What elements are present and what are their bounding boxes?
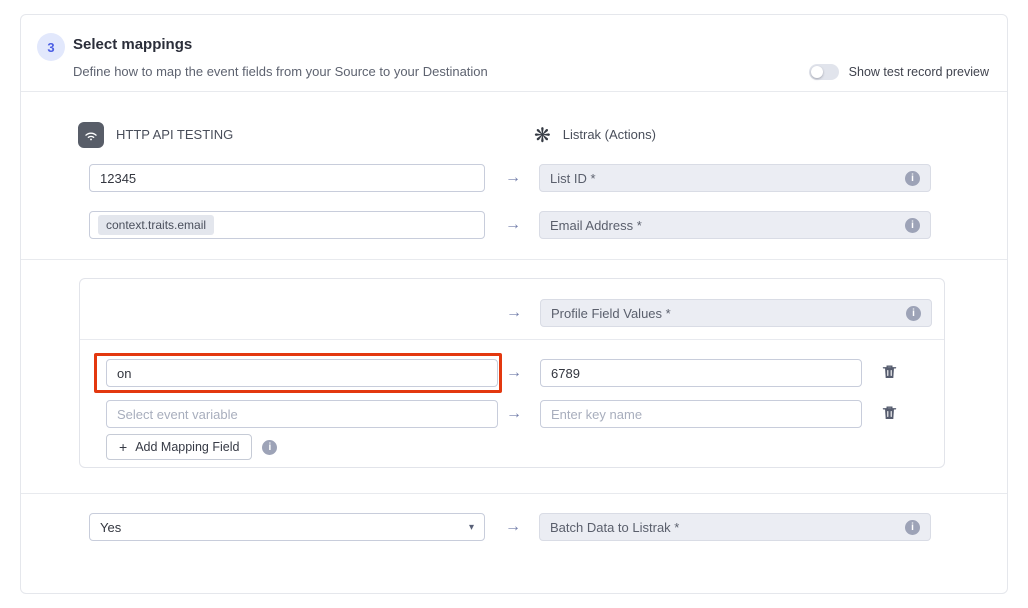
info-icon[interactable]: i xyxy=(905,520,920,535)
mapping-key-input[interactable] xyxy=(106,359,498,387)
list-id-destination-field: List ID * i xyxy=(539,164,931,192)
destination-name-label: Listrak (Actions) xyxy=(563,127,656,142)
email-destination-field: Email Address * i xyxy=(539,211,931,239)
mapping-key-input[interactable] xyxy=(106,400,498,428)
email-destination-label: Email Address * xyxy=(550,218,905,233)
source-column-header: HTTP API TESTING xyxy=(78,121,233,148)
profile-group-header: → Profile Field Values * i xyxy=(80,279,944,340)
batch-data-select[interactable]: Yes ▾ xyxy=(89,513,485,541)
source-name-label: HTTP API TESTING xyxy=(116,127,233,142)
event-variable-chip[interactable]: context.traits.email xyxy=(98,215,214,235)
email-source-input[interactable]: context.traits.email xyxy=(89,211,485,239)
arrow-icon: → xyxy=(492,359,536,387)
info-icon[interactable]: i xyxy=(905,218,920,233)
listrak-logo-icon: ❋ xyxy=(534,125,551,145)
profile-destination-label: Profile Field Values * xyxy=(551,306,906,321)
step-number-badge: 3 xyxy=(37,33,65,61)
mapping-value-input[interactable] xyxy=(540,359,862,387)
add-mapping-row: + Add Mapping Field i xyxy=(106,434,277,460)
add-mapping-field-label: Add Mapping Field xyxy=(135,440,239,454)
mapping-row xyxy=(540,359,862,387)
list-id-input[interactable] xyxy=(89,164,485,192)
batch-destination-field: Batch Data to Listrak * i xyxy=(539,513,931,541)
section-divider xyxy=(21,493,1007,494)
trash-icon[interactable] xyxy=(880,404,898,422)
info-icon[interactable]: i xyxy=(262,440,277,455)
batch-destination-label: Batch Data to Listrak * xyxy=(550,520,905,535)
mapping-row xyxy=(540,400,862,428)
http-api-source-icon xyxy=(78,122,104,148)
profile-destination-field: Profile Field Values * i xyxy=(540,299,932,327)
test-record-preview-toggle-group: Show test record preview xyxy=(809,64,989,80)
arrow-icon: → xyxy=(492,299,536,327)
list-id-destination-label: List ID * xyxy=(550,171,905,186)
chevron-down-icon: ▾ xyxy=(469,522,474,533)
mapping-row xyxy=(106,400,498,428)
page-title: Select mappings xyxy=(73,36,192,53)
add-mapping-field-button[interactable]: + Add Mapping Field xyxy=(106,434,252,460)
list-id-source-cell xyxy=(89,164,485,192)
destination-column-header: ❋ Listrak (Actions) xyxy=(534,121,656,148)
arrow-icon: → xyxy=(491,211,535,239)
plus-icon: + xyxy=(119,440,127,454)
batch-data-selected-value: Yes xyxy=(100,520,469,535)
header-divider xyxy=(21,91,1007,92)
arrow-icon: → xyxy=(491,164,535,192)
trash-icon[interactable] xyxy=(880,363,898,381)
info-icon[interactable]: i xyxy=(906,306,921,321)
page-subtitle: Define how to map the event fields from … xyxy=(73,64,488,79)
info-icon[interactable]: i xyxy=(905,171,920,186)
section-divider xyxy=(21,259,1007,260)
mapping-value-input[interactable] xyxy=(540,400,862,428)
profile-field-values-group: → Profile Field Values * i → xyxy=(79,278,945,468)
select-mappings-card: 3 Select mappings Define how to map the … xyxy=(20,14,1008,594)
arrow-icon: → xyxy=(492,400,536,428)
show-test-record-preview-toggle[interactable] xyxy=(809,64,839,80)
toggle-knob xyxy=(811,66,823,78)
mapping-row xyxy=(106,359,498,387)
toggle-label: Show test record preview xyxy=(849,65,989,79)
arrow-icon: → xyxy=(491,513,535,541)
